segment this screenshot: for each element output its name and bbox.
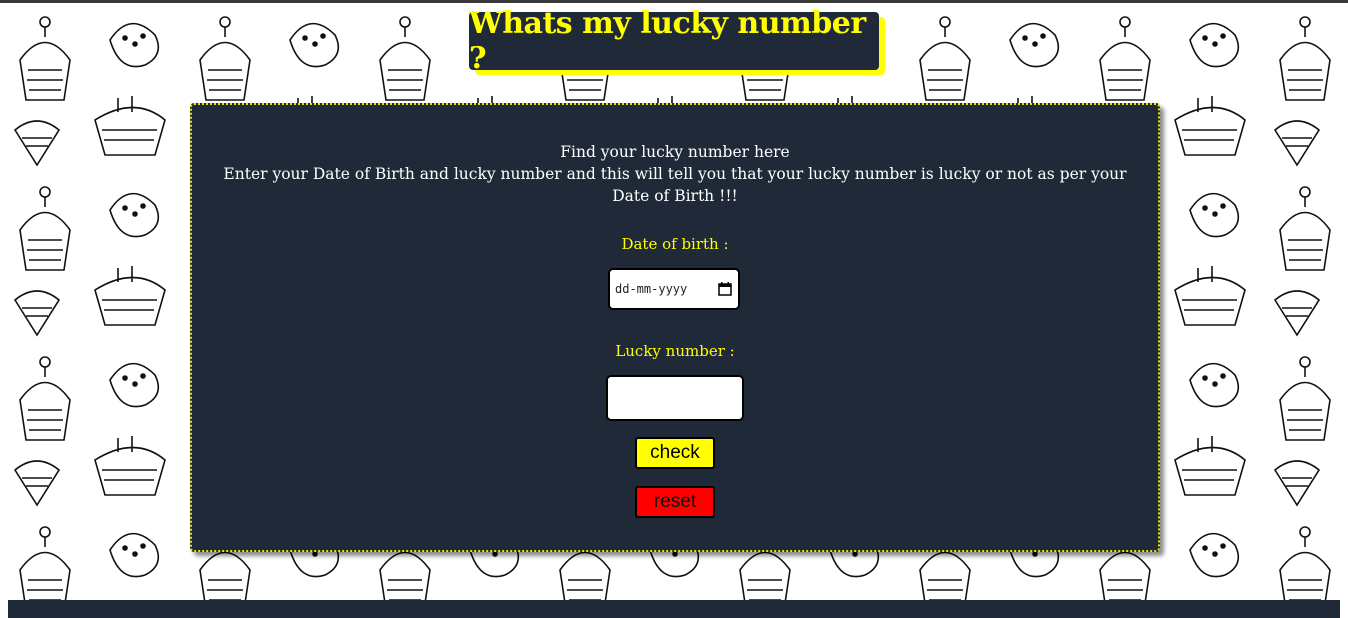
reset-button[interactable]: reset xyxy=(635,486,715,518)
calendar-icon[interactable] xyxy=(718,282,732,296)
lucky-number-card: Find your lucky number here Enter your D… xyxy=(190,103,1160,552)
intro-text: Find your lucky number here Enter your D… xyxy=(222,141,1128,207)
intro-line-1: Find your lucky number here xyxy=(560,143,790,161)
dob-placeholder: dd-mm-yyyy xyxy=(615,282,688,296)
check-button[interactable]: check xyxy=(635,437,715,469)
page-title: Whats my lucky number ? xyxy=(469,6,866,76)
lucky-number-input[interactable] xyxy=(606,375,744,421)
footer-bar xyxy=(8,600,1340,618)
title-banner: Whats my lucky number ? xyxy=(469,6,879,76)
dob-input[interactable]: dd-mm-yyyy xyxy=(608,268,740,310)
dob-label: Date of birth : xyxy=(621,235,729,253)
intro-line-2: Enter your Date of Birth and lucky numbe… xyxy=(223,165,1127,205)
lucky-number-label: Lucky number : xyxy=(615,342,735,360)
